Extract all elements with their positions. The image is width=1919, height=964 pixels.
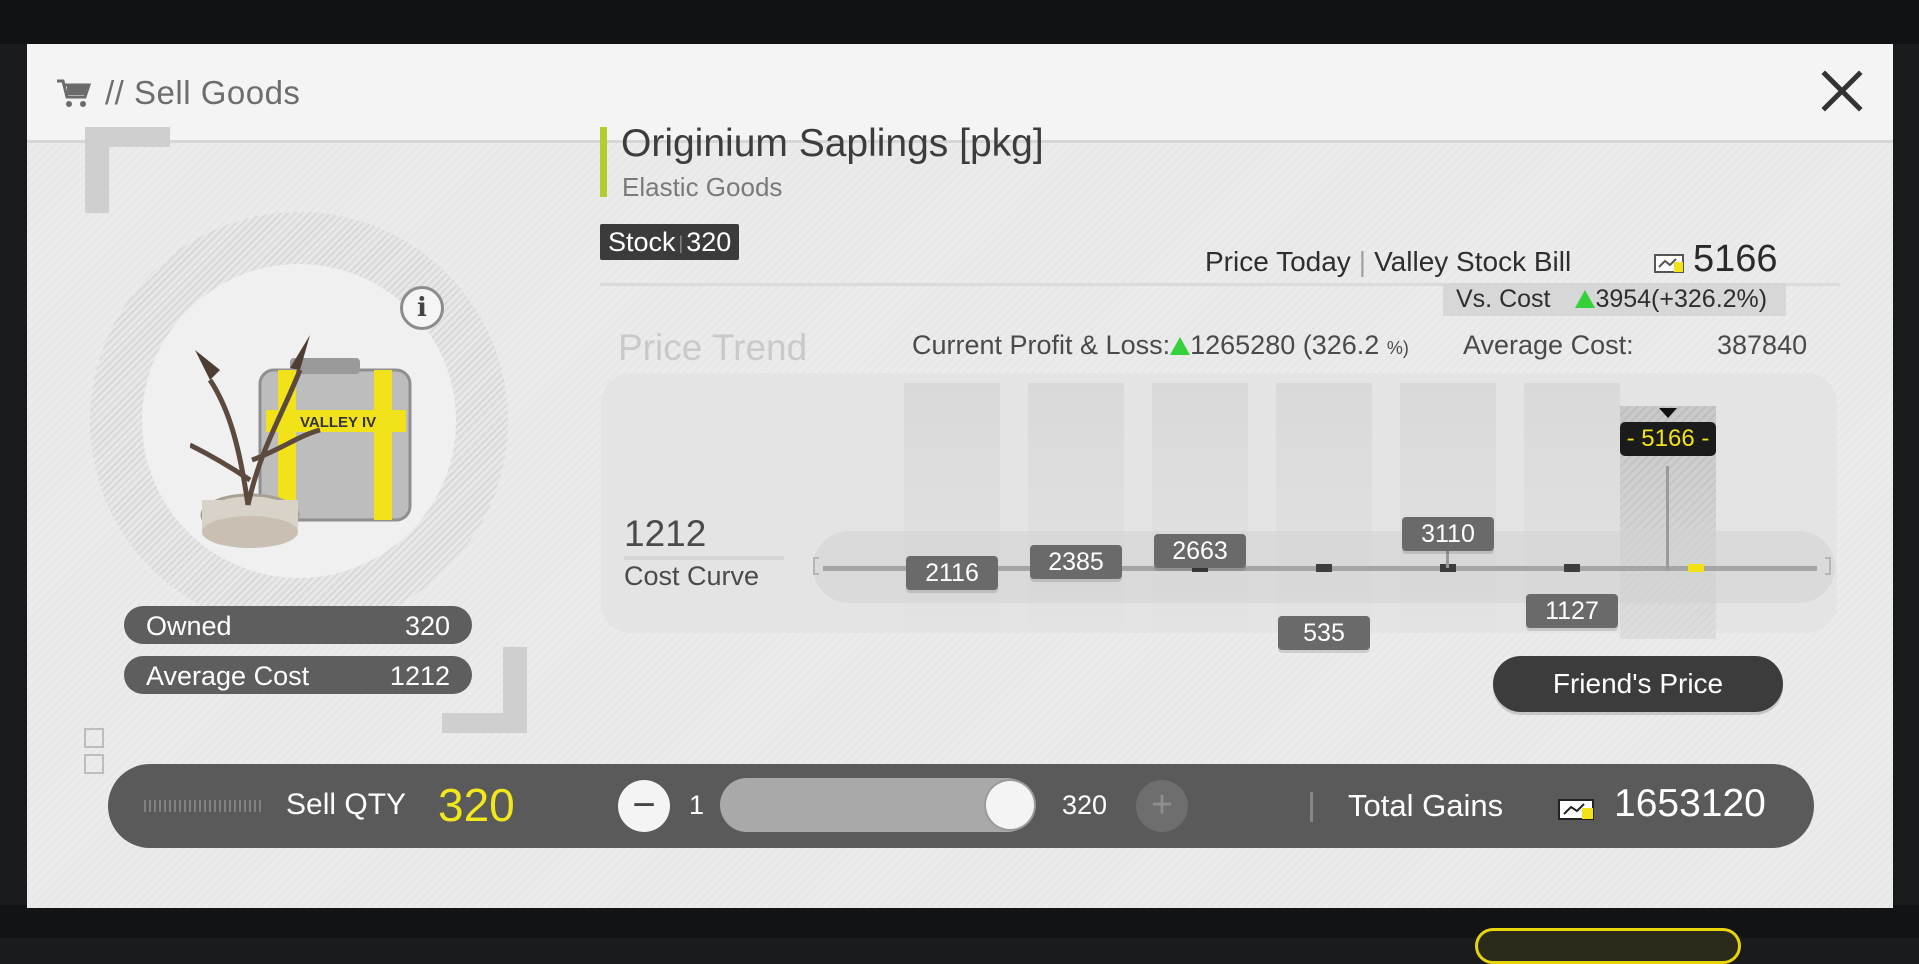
minus-icon[interactable]: − [618,780,670,832]
vs-cost-value: 3954(+326.2%) [1595,285,1768,313]
price-today-label: Price Today [1205,246,1351,277]
vs-cost-label: Vs. Cost [1456,285,1551,313]
day-tick [1316,564,1332,572]
day-price-tag: 2385 [1030,545,1122,579]
total-gains-value: 1653120 [1614,782,1766,825]
trend-average-cost-label: Average Cost: [1463,330,1634,360]
owned-label: Owned [146,611,232,641]
stock-bill-icon [1654,254,1684,273]
slider-min-label: 1 [689,790,705,820]
up-arrow-icon [1170,337,1191,355]
profit-loss-percent: (326.2 [1302,330,1380,360]
average-cost-label: Average Cost [146,661,310,691]
day-price-tag: 2663 [1154,534,1246,568]
item-category: Elastic Goods [622,172,783,202]
page-indicator-2[interactable] [84,754,104,774]
up-arrow-icon [1575,290,1596,308]
price-trend-title: Price Trend [618,327,808,368]
close-icon[interactable] [1817,66,1867,116]
owned-pill: Owned 320 [124,606,472,644]
title-accent-bar [600,127,607,197]
stock-label: Stock [608,227,676,257]
decoration-lines [144,800,264,812]
slider-thumb[interactable] [986,781,1034,829]
sell-bar: Sell QTY 320 − 1 320 + Total Gains 16531… [108,764,1814,848]
stock-badge: Stock | 320 [600,224,740,260]
curve-bracket-right [1825,557,1831,575]
item-image: VALLEY IV [190,335,412,548]
cost-curve-value: 1212 [624,513,707,554]
today-stem [1666,466,1669,570]
frame-corner-top-left [85,127,170,213]
day-price-tag: 3110 [1402,517,1494,551]
price-today-row: Price Today | Valley Stock Bill [1205,246,1572,277]
today-tick [1688,564,1704,572]
day-tick [1564,564,1580,572]
page-indicator-1[interactable] [84,728,104,748]
friends-price-button[interactable]: Friend's Price [1493,656,1783,712]
today-pointer-icon [1659,408,1677,418]
day-price-tag: 2116 [906,556,998,590]
day-price-tag: 1127 [1526,594,1618,628]
cost-curve-label: Cost Curve [624,561,760,591]
slider-max-label: 320 [1062,790,1108,820]
profit-loss-row: Current Profit & Loss: 1265280 (326.2 %) [912,330,1409,361]
cost-underline [624,556,784,560]
stock-value: 320 [686,227,732,257]
average-cost-value: 1212 [389,661,450,691]
profit-loss-percent-unit: %) [1386,338,1409,358]
vs-cost-box: Vs. Cost 3954(+326.2%) [1443,283,1786,316]
stock-bill-icon [1558,799,1594,820]
profit-loss-label: Current Profit & Loss: [912,330,1171,360]
price-stem [1446,550,1449,568]
total-gains-label: Total Gains [1348,788,1504,823]
item-name: Originium Saplings [pkg] [621,122,1044,165]
average-cost-pill: Average Cost 1212 [124,656,472,694]
confirm-button-edge[interactable] [1475,928,1741,964]
day-price-tag: 535 [1278,616,1370,650]
currency-label: Valley Stock Bill [1374,246,1572,277]
cart-icon [57,79,92,107]
trend-average-cost-value: 387840 [1717,330,1808,360]
bar-divider [1310,792,1313,822]
dialog-title: // Sell Goods [105,74,301,111]
plus-icon[interactable]: + [1136,780,1188,832]
price-today-value: 5166 [1693,238,1778,280]
owned-value: 320 [404,611,450,641]
svg-text:VALLEY IV: VALLEY IV [300,414,376,431]
sell-qty-label: Sell QTY [286,788,407,821]
info-button[interactable]: i [400,286,444,330]
profit-loss-value: 1265280 [1190,330,1296,360]
today-price-tag: - 5166 - [1620,422,1716,456]
sell-qty-value: 320 [438,779,515,831]
backdrop-top [0,0,1919,44]
curve-bracket-left [813,557,819,575]
